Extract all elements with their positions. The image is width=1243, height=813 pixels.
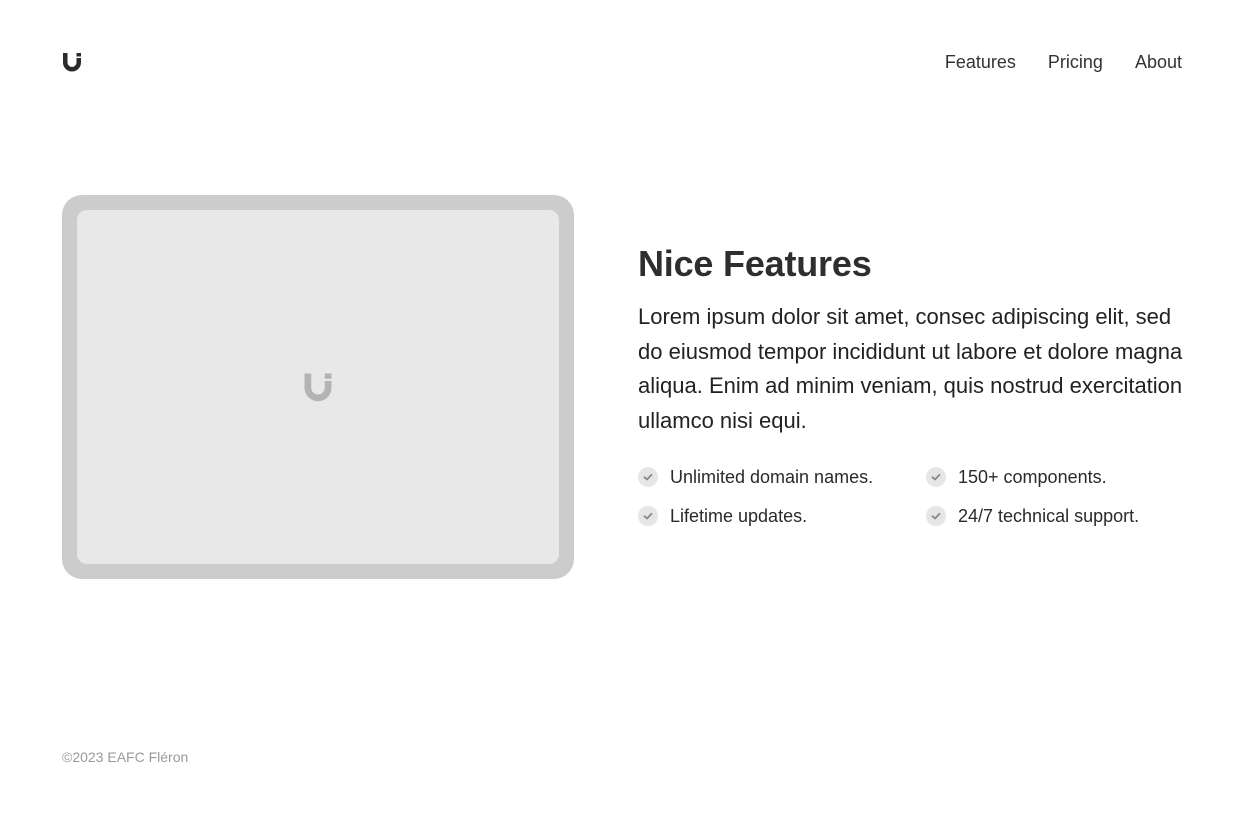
copyright-text: ©2023 EAFC Fléron (62, 749, 189, 765)
nav-link-about[interactable]: About (1135, 50, 1182, 74)
feature-item: 150+ components. (926, 464, 1186, 490)
nav-link-pricing[interactable]: Pricing (1048, 50, 1103, 74)
feature-label: 24/7 technical support. (958, 506, 1140, 526)
feature-label: Unlimited domain names. (670, 467, 874, 487)
feature-list: Unlimited domain names. 150+ components.… (638, 464, 1183, 529)
brand-u-logo-icon (63, 53, 81, 72)
feature-item: Unlimited domain names. (638, 464, 926, 490)
main-nav: Features Pricing About (945, 50, 1182, 74)
site-header: Features Pricing About (62, 40, 1182, 84)
check-icon (638, 506, 658, 526)
features-section: Nice Features Lorem ipsum dolor sit amet… (638, 242, 1183, 529)
nav-link-features[interactable]: Features (945, 50, 1016, 74)
check-icon (926, 467, 946, 487)
feature-item: Lifetime updates. (638, 503, 926, 529)
section-description: Lorem ipsum dolor sit amet, consec adipi… (638, 304, 1183, 433)
section-title: Nice Features (638, 243, 872, 284)
check-icon (926, 506, 946, 526)
device-mockup (62, 195, 574, 579)
check-icon (638, 467, 658, 487)
feature-label: Lifetime updates. (670, 506, 808, 526)
device-screen-placeholder (77, 210, 559, 564)
brand-logo-link[interactable] (62, 52, 82, 72)
brand-u-logo-icon (304, 373, 332, 402)
feature-item: 24/7 technical support. (926, 503, 1186, 529)
feature-label: 150+ components. (958, 467, 1107, 487)
